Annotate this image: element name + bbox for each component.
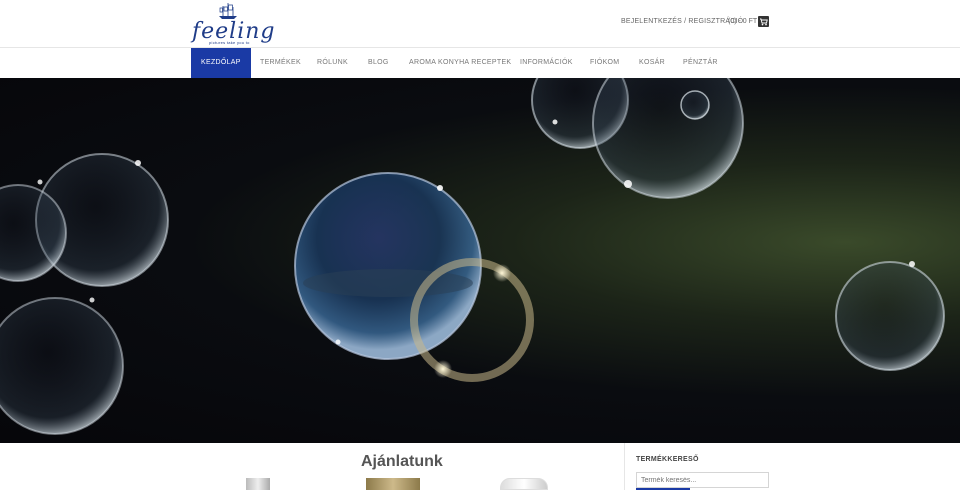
nav-item-termekek[interactable]: TERMÉKEK <box>260 48 301 78</box>
nav-item-blog[interactable]: BLOG <box>368 48 389 78</box>
top-header: feeling pictures take you to BEJELENTKEZ… <box>0 0 960 48</box>
product-search-title: TERMÉKKERESŐ <box>636 456 699 463</box>
logo-tagline: pictures take you to <box>209 40 250 45</box>
nav-item-fiokom[interactable]: FIÓKOM <box>590 48 619 78</box>
nav-item-rolunk[interactable]: RÓLUNK <box>317 48 348 78</box>
ship-logo-icon <box>219 3 237 19</box>
nav-item-aroma-konyha-receptek[interactable]: AROMA KONYHA RECEPTEK <box>409 48 511 78</box>
product-image-3[interactable] <box>500 478 548 490</box>
section-title: Ajánlatunk <box>361 453 443 470</box>
nav-item-informaciok[interactable]: INFORMÁCIÓK <box>520 48 573 78</box>
site-logo[interactable]: feeling pictures take you to <box>192 2 275 46</box>
nav-item-penztar[interactable]: PÉNZTÁR <box>683 48 718 78</box>
nav-item-kosar[interactable]: KOSÁR <box>639 48 665 78</box>
product-search-input[interactable] <box>636 472 769 488</box>
hero-banner-image <box>0 78 960 443</box>
product-image-2[interactable] <box>366 478 420 490</box>
product-image-1[interactable] <box>246 478 270 490</box>
sidebar-divider <box>624 443 625 490</box>
main-nav: KEZDŐLAP TERMÉKEK RÓLUNK BLOG AROMA KONY… <box>0 48 960 78</box>
login-register-label[interactable]: BEJELENTKEZÉS / REGISZTRÁCIÓ <box>621 18 743 25</box>
login-register-link[interactable]: BEJELENTKEZÉS / REGISZTRÁCIÓ <box>621 18 743 25</box>
cart-icon[interactable] <box>758 16 769 27</box>
cart-total[interactable]: (0) - 0 FT <box>728 18 757 25</box>
content-area: Ajánlatunk TERMÉKKERESŐ <box>0 443 960 490</box>
nav-item-kezdolap[interactable]: KEZDŐLAP <box>191 48 251 78</box>
